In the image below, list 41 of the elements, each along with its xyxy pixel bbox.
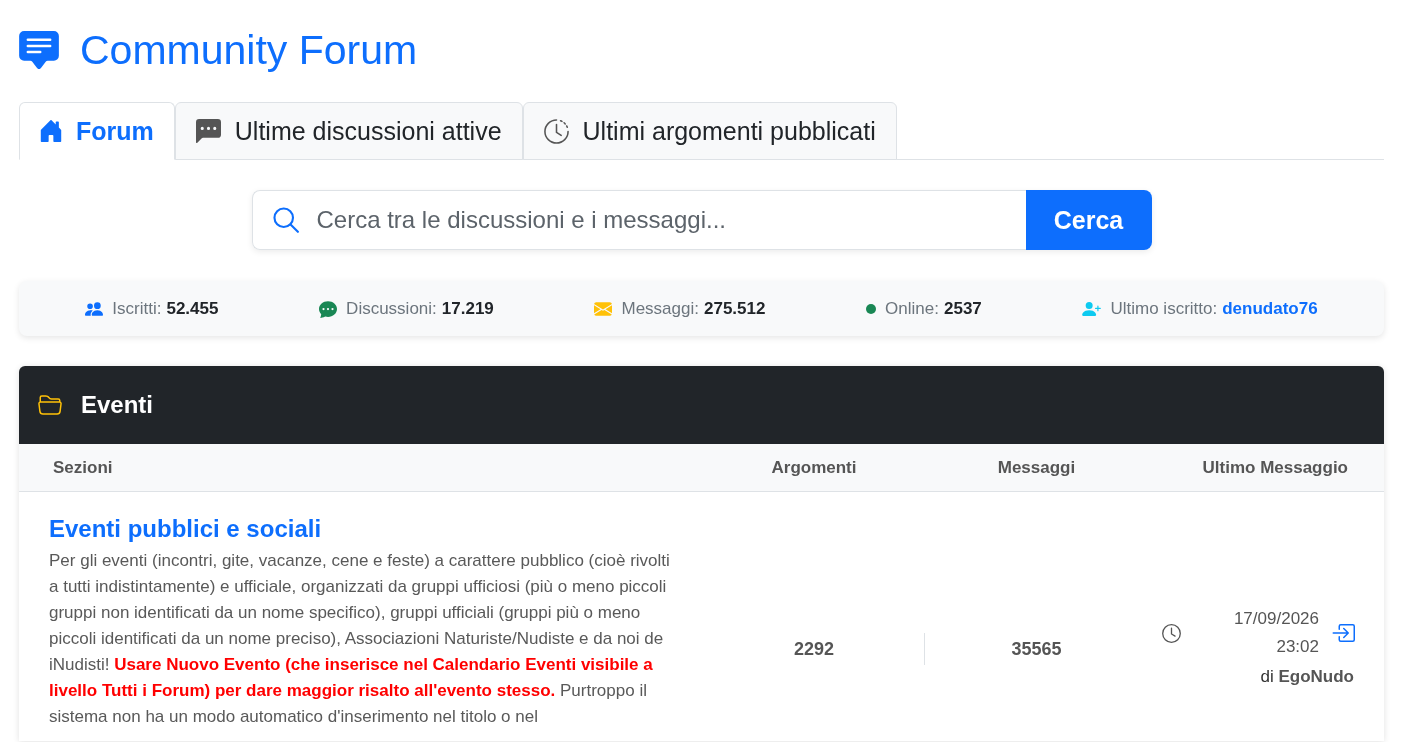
column-header: Sezioni bbox=[53, 457, 113, 477]
topic-count: 2292 bbox=[792, 638, 835, 661]
person-plus-icon bbox=[1082, 301, 1102, 316]
stat-label: Discussioni: bbox=[346, 298, 437, 319]
people-icon bbox=[85, 301, 104, 316]
tab[interactable]: Ultime discussioni attive bbox=[174, 102, 523, 160]
tab[interactable]: Forum bbox=[19, 102, 175, 160]
stat-value: 17.219 bbox=[441, 298, 494, 319]
stat-label: Online: bbox=[885, 298, 939, 319]
forum-description: Per gli eventi (incontri, gite, vacanze, cene e feste) a carattere pubblico (cioè rivolti a tutti indistintamente) e ufficiale, organizzati da gruppi ufficiosi (più o meno piccoli gruppi non identificati da un nome specifico), gruppi ufficiali (gruppi più o meno piccoli identificati da un nome preciso), Associazioni Naturiste/Nudiste e da noi de iNudisti! Usare Nuovo Evento (che inserisce nel Calendario Eventi visibile a livello Tutti i Forum) per dare maggior risalto all'evento stesso. Purtroppo il sistema non ha un modo automatico d'inserimento nel titolo o nel bbox=[49, 550, 671, 728]
clock-icon bbox=[1162, 623, 1181, 643]
forum-title-link[interactable]: Eventi pubblici e sociali bbox=[49, 514, 322, 544]
search-field[interactable]: Cerca tra le discussioni e i messaggi... bbox=[251, 190, 1026, 250]
home-icon bbox=[40, 120, 62, 142]
stat-label: Ultimo iscritto: bbox=[1110, 298, 1218, 319]
tab[interactable]: Ultimi argomenti pubblicati bbox=[522, 102, 897, 160]
clock-icon bbox=[543, 118, 569, 144]
page-title: Community Forum bbox=[80, 27, 418, 73]
post-count: 35565 bbox=[1010, 638, 1063, 661]
last-post-date: 17/09/2026 bbox=[1233, 608, 1319, 630]
search-icon bbox=[272, 207, 299, 233]
stat-label: Iscritti: bbox=[112, 298, 162, 319]
column-header: Messaggi bbox=[997, 457, 1076, 477]
folder-icon bbox=[38, 395, 62, 415]
speech-bubble-icon bbox=[195, 119, 221, 143]
last-post-author: di EgoNudo bbox=[1259, 666, 1354, 688]
search-button[interactable]: Cerca bbox=[1025, 190, 1152, 250]
category-title: Eventi bbox=[81, 391, 154, 419]
arrow-into-box-icon[interactable] bbox=[1331, 624, 1355, 642]
envelope-icon bbox=[594, 301, 613, 316]
column-header: Ultimo Messaggio bbox=[1202, 457, 1348, 477]
stat-value: 275.512 bbox=[703, 298, 766, 319]
last-post-time: 23:02 bbox=[1276, 636, 1319, 658]
stat-value: 2537 bbox=[943, 298, 982, 319]
stat-value: 52.455 bbox=[166, 298, 219, 319]
speech-bubble-icon bbox=[319, 299, 338, 318]
username-link[interactable]: denudato76 bbox=[1222, 298, 1318, 319]
speech-bubble-icon bbox=[19, 31, 59, 69]
status-dot-icon bbox=[866, 303, 877, 314]
column-header: Argomenti bbox=[771, 457, 857, 477]
stat-label: Messaggi: bbox=[621, 298, 699, 319]
